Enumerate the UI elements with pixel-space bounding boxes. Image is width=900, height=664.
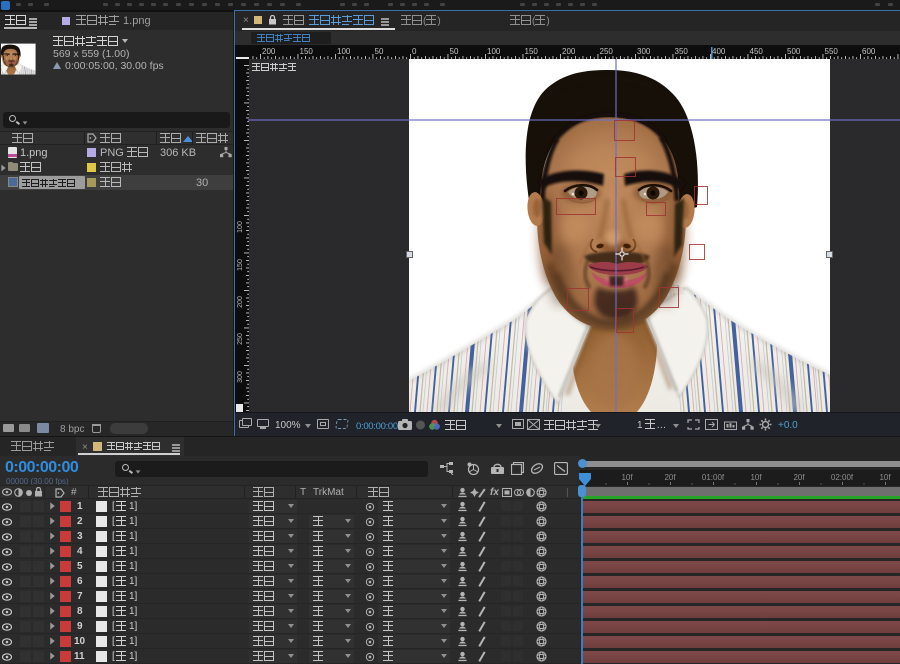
svg-text:500: 500: [787, 47, 801, 56]
svg-text:300: 300: [237, 371, 244, 383]
svg-text:10f: 10f: [750, 473, 762, 482]
svg-text:100: 100: [487, 47, 501, 56]
svg-text:50: 50: [375, 47, 384, 56]
svg-text:400: 400: [712, 47, 726, 56]
svg-text:150: 150: [300, 47, 314, 56]
svg-text:250: 250: [600, 47, 614, 56]
svg-text:300: 300: [637, 47, 651, 56]
svg-text:350: 350: [675, 47, 689, 56]
svg-text:250: 250: [237, 333, 244, 345]
svg-text:20f: 20f: [664, 473, 676, 482]
svg-text:01:00f: 01:00f: [702, 473, 725, 482]
svg-text:10f: 10f: [879, 473, 891, 482]
svg-text:02:00f: 02:00f: [831, 473, 854, 482]
svg-text:0: 0: [412, 47, 417, 56]
svg-text:20f: 20f: [793, 473, 805, 482]
svg-text:100: 100: [237, 221, 244, 233]
svg-text:100: 100: [337, 47, 351, 56]
svg-text:150: 150: [237, 259, 244, 271]
svg-text:50: 50: [450, 47, 459, 56]
svg-text:10f: 10f: [621, 473, 633, 482]
svg-text:550: 550: [825, 47, 839, 56]
svg-text:450: 450: [750, 47, 764, 56]
svg-text:600: 600: [862, 47, 876, 56]
svg-text:150: 150: [525, 47, 539, 56]
svg-text:200: 200: [262, 47, 276, 56]
svg-text:200: 200: [562, 47, 576, 56]
svg-text:200: 200: [237, 296, 244, 308]
